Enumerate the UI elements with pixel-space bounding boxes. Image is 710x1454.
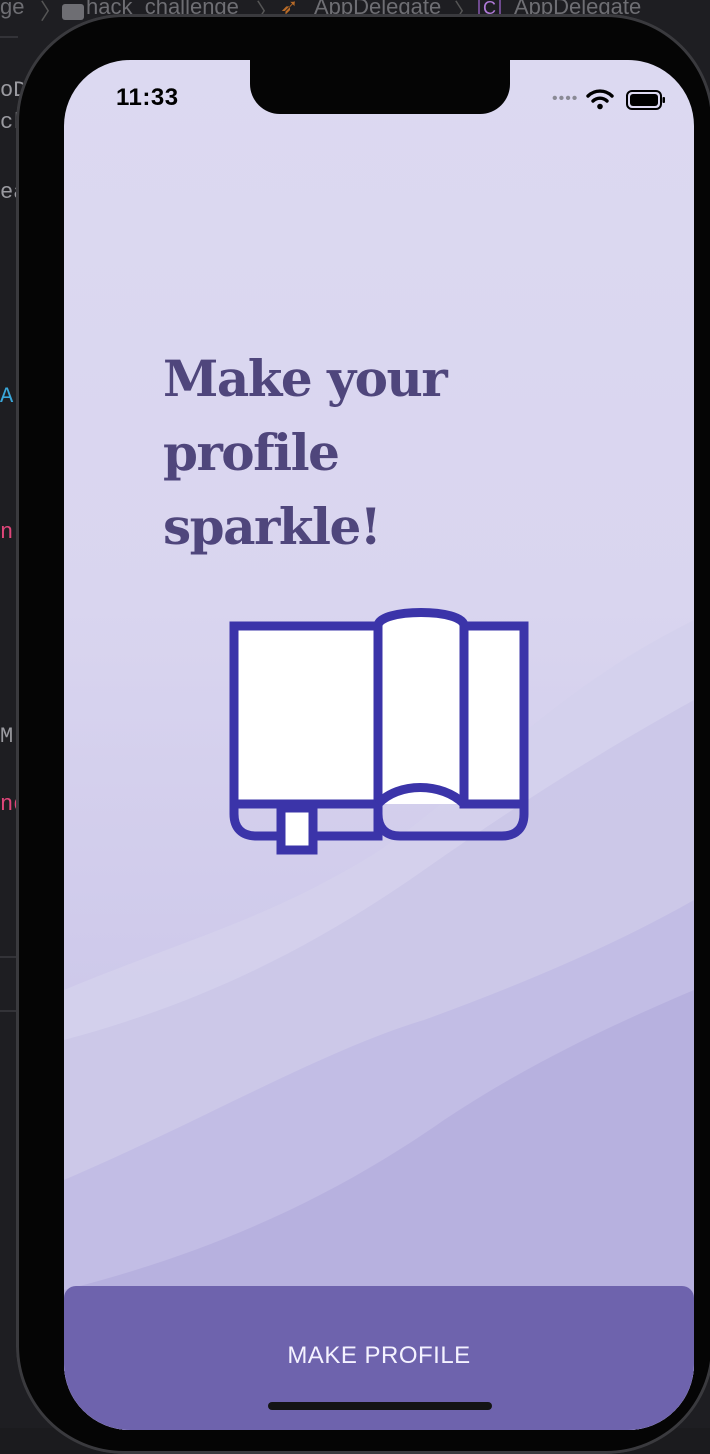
cellular-signal-icon: •••• — [552, 90, 579, 107]
divider — [0, 36, 18, 38]
code-fragment: A — [0, 384, 14, 409]
battery-icon — [626, 90, 665, 110]
app-screen: 11:33 •••• Make your profile sparkle! MA… — [64, 60, 694, 1430]
wifi-icon — [586, 89, 614, 110]
home-indicator[interactable] — [268, 1402, 492, 1410]
breadcrumb-item[interactable]: ge — [0, 0, 24, 20]
headline-line: Make your profile — [163, 349, 448, 482]
status-time: 11:33 — [116, 84, 179, 111]
chevron-right-icon: 〉 — [40, 0, 63, 24]
device-notch — [250, 60, 510, 114]
simulator-device-frame: 11:33 •••• Make your profile sparkle! MA… — [16, 14, 710, 1454]
open-book-icon — [229, 608, 529, 855]
code-fragment: n — [0, 520, 14, 545]
onboarding-headline: Make your profile sparkle! — [163, 342, 633, 564]
headline-line: sparkle! — [163, 497, 382, 556]
folder-icon — [62, 4, 84, 20]
code-fragment: M — [0, 724, 14, 749]
